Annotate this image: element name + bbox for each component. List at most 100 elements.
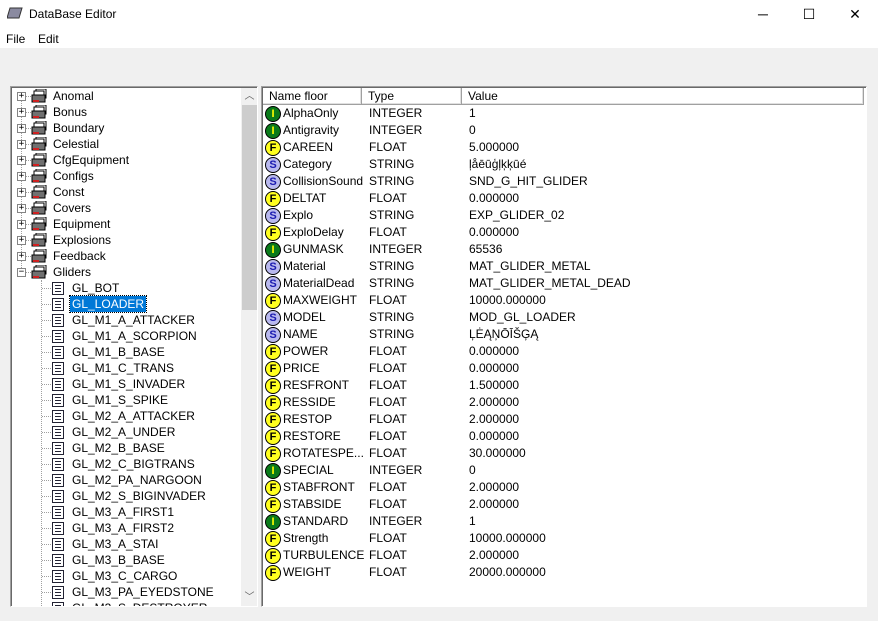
expand-icon[interactable]: + bbox=[17, 220, 26, 229]
property-row[interactable]: F CAREEN FLOAT 5.000000 bbox=[264, 139, 864, 156]
tree-category[interactable]: − Gliders bbox=[11, 264, 241, 280]
tree-item[interactable]: GL_M1_B_BASE bbox=[11, 344, 241, 360]
tree-item[interactable]: GL_M2_A_UNDER bbox=[11, 424, 241, 440]
close-button[interactable]: ✕ bbox=[832, 0, 878, 28]
property-row[interactable]: I SPECIAL INTEGER 0 bbox=[264, 462, 864, 479]
tree-category[interactable]: + Anomal bbox=[11, 88, 241, 104]
property-row[interactable]: I STANDARD INTEGER 1 bbox=[264, 513, 864, 530]
property-row[interactable]: S Explo STRING EXP_GLIDER_02 bbox=[264, 207, 864, 224]
expand-icon[interactable]: + bbox=[17, 108, 26, 117]
expand-icon[interactable]: + bbox=[17, 188, 26, 197]
tree-line bbox=[42, 288, 51, 289]
property-name: TURBULENCE bbox=[283, 548, 365, 562]
tree-item[interactable]: GL_M1_S_INVADER bbox=[11, 376, 241, 392]
scrollbar-thumb[interactable] bbox=[242, 105, 257, 310]
tree-item[interactable]: GL_M3_S_DESTROYER bbox=[11, 600, 241, 606]
document-icon bbox=[52, 602, 64, 606]
maximize-button[interactable]: ☐ bbox=[786, 0, 832, 28]
property-row[interactable]: F DELTAT FLOAT 0.000000 bbox=[264, 190, 864, 207]
property-row[interactable]: S Category STRING ļåēūģļķķūé bbox=[264, 156, 864, 173]
property-type: FLOAT bbox=[369, 191, 407, 205]
property-row[interactable]: F POWER FLOAT 0.000000 bbox=[264, 343, 864, 360]
property-row[interactable]: F TURBULENCE FLOAT 2.000000 bbox=[264, 547, 864, 564]
tree-item[interactable]: GL_M3_C_CARGO bbox=[11, 568, 241, 584]
property-row[interactable]: F ExploDelay FLOAT 0.000000 bbox=[264, 224, 864, 241]
tree-category[interactable]: + Feedback bbox=[11, 248, 241, 264]
tree-item[interactable]: GL_M2_PA_NARGOON bbox=[11, 472, 241, 488]
tree-item[interactable]: GL_M2_A_ATTACKER bbox=[11, 408, 241, 424]
expand-icon[interactable]: + bbox=[17, 92, 26, 101]
property-row[interactable]: S MaterialDead STRING MAT_GLIDER_METAL_DEAD bbox=[264, 275, 864, 292]
tree-item[interactable]: GL_M1_A_SCORPION bbox=[11, 328, 241, 344]
column-header-value[interactable]: Value bbox=[462, 88, 864, 105]
scroll-down-arrow-icon[interactable]: ﹀ bbox=[241, 589, 257, 606]
tree-item[interactable]: GL_M3_A_FIRST1 bbox=[11, 504, 241, 520]
property-row[interactable]: S CollisionSound STRING SND_G_HIT_GLIDER bbox=[264, 173, 864, 190]
property-type: FLOAT bbox=[369, 140, 407, 154]
property-row[interactable]: F WEIGHT FLOAT 20000.000000 bbox=[264, 564, 864, 581]
property-row[interactable]: F RESTOP FLOAT 2.000000 bbox=[264, 411, 864, 428]
tree-category[interactable]: + Configs bbox=[11, 168, 241, 184]
menu-edit[interactable]: Edit bbox=[38, 32, 59, 46]
menu-file[interactable]: File bbox=[6, 32, 25, 46]
tree-item[interactable]: GL_M2_C_BIGTRANS bbox=[11, 456, 241, 472]
property-row[interactable]: I AlphaOnly INTEGER 1 bbox=[264, 105, 864, 122]
type-F-icon: F bbox=[265, 531, 281, 547]
expand-icon[interactable]: + bbox=[17, 204, 26, 213]
property-row[interactable]: S NAME STRING ĻĖĄŅŌĪŠĢĄ bbox=[264, 326, 864, 343]
tree-category[interactable]: + Celestial bbox=[11, 136, 241, 152]
property-row[interactable]: I GUNMASK INTEGER 65536 bbox=[264, 241, 864, 258]
minimize-button[interactable]: ─ bbox=[740, 0, 786, 28]
type-F-icon: F bbox=[265, 446, 281, 462]
tree-category[interactable]: + Const bbox=[11, 184, 241, 200]
property-row[interactable]: F RESTORE FLOAT 0.000000 bbox=[264, 428, 864, 445]
column-header-type[interactable]: Type bbox=[362, 88, 462, 105]
tree-category[interactable]: + CfgEquipment bbox=[11, 152, 241, 168]
tree-category[interactable]: + Equipment bbox=[11, 216, 241, 232]
property-row[interactable]: F STABSIDE FLOAT 2.000000 bbox=[264, 496, 864, 513]
tree-item[interactable]: GL_M1_S_SPIKE bbox=[11, 392, 241, 408]
tree-item[interactable]: GL_M3_A_STAI bbox=[11, 536, 241, 552]
property-row[interactable]: F PRICE FLOAT 0.000000 bbox=[264, 360, 864, 377]
tree-item[interactable]: GL_M3_B_BASE bbox=[11, 552, 241, 568]
property-row[interactable]: F RESSIDE FLOAT 2.000000 bbox=[264, 394, 864, 411]
property-type: FLOAT bbox=[369, 378, 407, 392]
property-row[interactable]: S Material STRING MAT_GLIDER_METAL bbox=[264, 258, 864, 275]
tree-item[interactable]: GL_M2_B_BASE bbox=[11, 440, 241, 456]
property-row[interactable]: F ROTATESPE... FLOAT 30.000000 bbox=[264, 445, 864, 462]
tree-item[interactable]: GL_M3_A_FIRST2 bbox=[11, 520, 241, 536]
expand-icon[interactable]: + bbox=[17, 236, 26, 245]
tree-item[interactable]: GL_M2_S_BIGINVADER bbox=[11, 488, 241, 504]
property-row[interactable]: F STABFRONT FLOAT 2.000000 bbox=[264, 479, 864, 496]
column-header-name[interactable]: Name floor bbox=[263, 88, 362, 105]
property-row[interactable]: F MAXWEIGHT FLOAT 10000.000000 bbox=[264, 292, 864, 309]
expand-icon[interactable]: + bbox=[17, 252, 26, 261]
expand-icon[interactable]: + bbox=[17, 156, 26, 165]
collapse-icon[interactable]: − bbox=[17, 268, 26, 277]
tree-category[interactable]: + Explosions bbox=[11, 232, 241, 248]
property-value: 30.000000 bbox=[469, 446, 526, 460]
tree-item[interactable]: GL_M1_C_TRANS bbox=[11, 360, 241, 376]
type-F-icon: F bbox=[265, 548, 281, 564]
tree-item[interactable]: GL_LOADER bbox=[11, 295, 241, 313]
tree-scrollbar[interactable]: ︿ ﹀ bbox=[241, 88, 257, 606]
property-name: RESFRONT bbox=[283, 378, 349, 392]
expand-icon[interactable]: + bbox=[17, 172, 26, 181]
tree-item[interactable]: GL_BOT bbox=[11, 280, 241, 296]
property-name: MODEL bbox=[283, 310, 326, 324]
property-row[interactable]: F RESFRONT FLOAT 1.500000 bbox=[264, 377, 864, 394]
scroll-up-arrow-icon[interactable]: ︿ bbox=[241, 88, 257, 105]
tree-category[interactable]: + Boundary bbox=[11, 120, 241, 136]
expand-icon[interactable]: + bbox=[17, 140, 26, 149]
tree-item[interactable]: GL_M3_PA_EYEDSTONE bbox=[11, 584, 241, 600]
tree-item[interactable]: GL_M1_A_ATTACKER bbox=[11, 312, 241, 328]
property-row[interactable]: F Strength FLOAT 10000.000000 bbox=[264, 530, 864, 547]
tree-category[interactable]: + Covers bbox=[11, 200, 241, 216]
tree-category[interactable]: + Bonus bbox=[11, 104, 241, 120]
property-value: 10000.000000 bbox=[469, 293, 546, 307]
property-row[interactable]: I Antigravity INTEGER 0 bbox=[264, 122, 864, 139]
tree-category-label: Const bbox=[53, 185, 85, 199]
property-row[interactable]: S MODEL STRING MOD_GL_LOADER bbox=[264, 309, 864, 326]
expand-icon[interactable]: + bbox=[17, 124, 26, 133]
folder-stack-icon bbox=[31, 264, 47, 279]
